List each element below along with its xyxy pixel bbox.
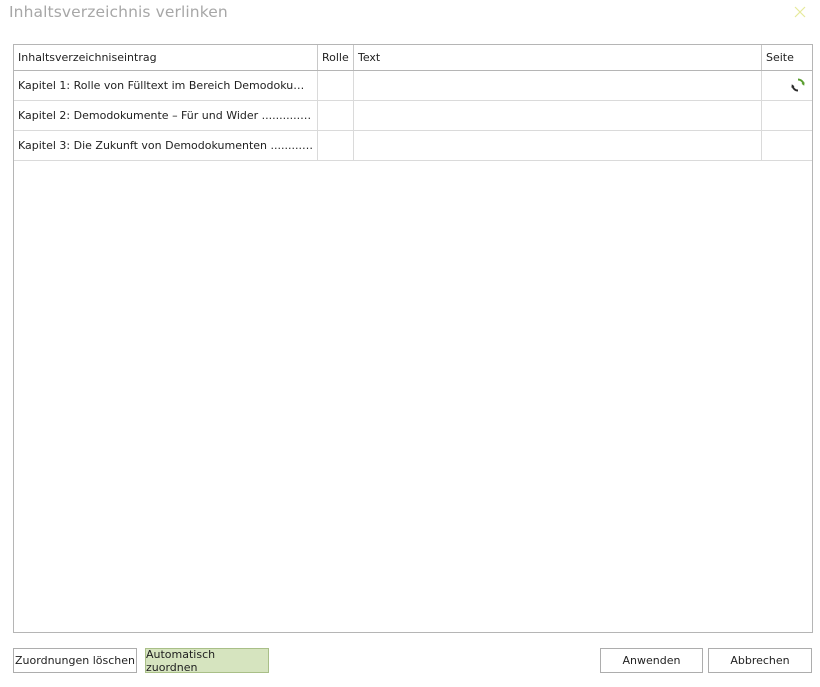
entry-text: Kapitel 3: Die Zukunft von Demodokumente…	[18, 139, 314, 152]
entry-cell[interactable]: Kapitel 2: Demodokumente – Für und Wider…	[14, 101, 317, 130]
role-cell[interactable]	[317, 131, 353, 160]
entry-cell[interactable]: Kapitel 1: Rolle von Fülltext im Bereich…	[14, 71, 317, 100]
column-header-text[interactable]: Text	[353, 45, 761, 70]
cancel-button[interactable]: Abbrechen	[708, 648, 812, 673]
column-header-entry[interactable]: Inhaltsverzeichniseintrag	[14, 45, 317, 70]
column-header-role[interactable]: Rolle	[317, 45, 353, 70]
role-cell[interactable]	[317, 71, 353, 100]
page-cell[interactable]	[761, 131, 812, 160]
toc-grid[interactable]: Inhaltsverzeichniseintrag Rolle Text Sei…	[13, 44, 813, 633]
text-cell[interactable]	[353, 131, 761, 160]
auto-assign-button[interactable]: Automatisch zuordnen	[145, 648, 269, 674]
entry-text: Kapitel 1: Rolle von Fülltext im Bereich…	[18, 79, 314, 92]
column-header-page[interactable]: Seite	[761, 45, 812, 70]
table-row[interactable]: Kapitel 1: Rolle von Fülltext im Bereich…	[14, 71, 812, 101]
close-icon	[794, 6, 806, 18]
entry-cell[interactable]: Kapitel 3: Die Zukunft von Demodokumente…	[14, 131, 317, 160]
entry-text: Kapitel 2: Demodokumente – Für und Wider…	[18, 109, 314, 122]
role-cell[interactable]	[317, 101, 353, 130]
page-cell[interactable]	[761, 71, 812, 100]
table-row[interactable]: Kapitel 2: Demodokumente – Für und Wider…	[14, 101, 812, 131]
close-button[interactable]	[790, 2, 810, 22]
page-cell[interactable]	[761, 101, 812, 130]
table-row[interactable]: Kapitel 3: Die Zukunft von Demodokumente…	[14, 131, 812, 161]
text-cell[interactable]	[353, 71, 761, 100]
text-cell[interactable]	[353, 101, 761, 130]
dialog-title: Inhaltsverzeichnis verlinken	[9, 3, 228, 21]
apply-button[interactable]: Anwenden	[600, 648, 703, 673]
grid-header: Inhaltsverzeichniseintrag Rolle Text Sei…	[14, 45, 812, 71]
clear-assignments-button[interactable]: Zuordnungen löschen	[13, 648, 137, 673]
refresh-icon[interactable]	[791, 78, 805, 92]
